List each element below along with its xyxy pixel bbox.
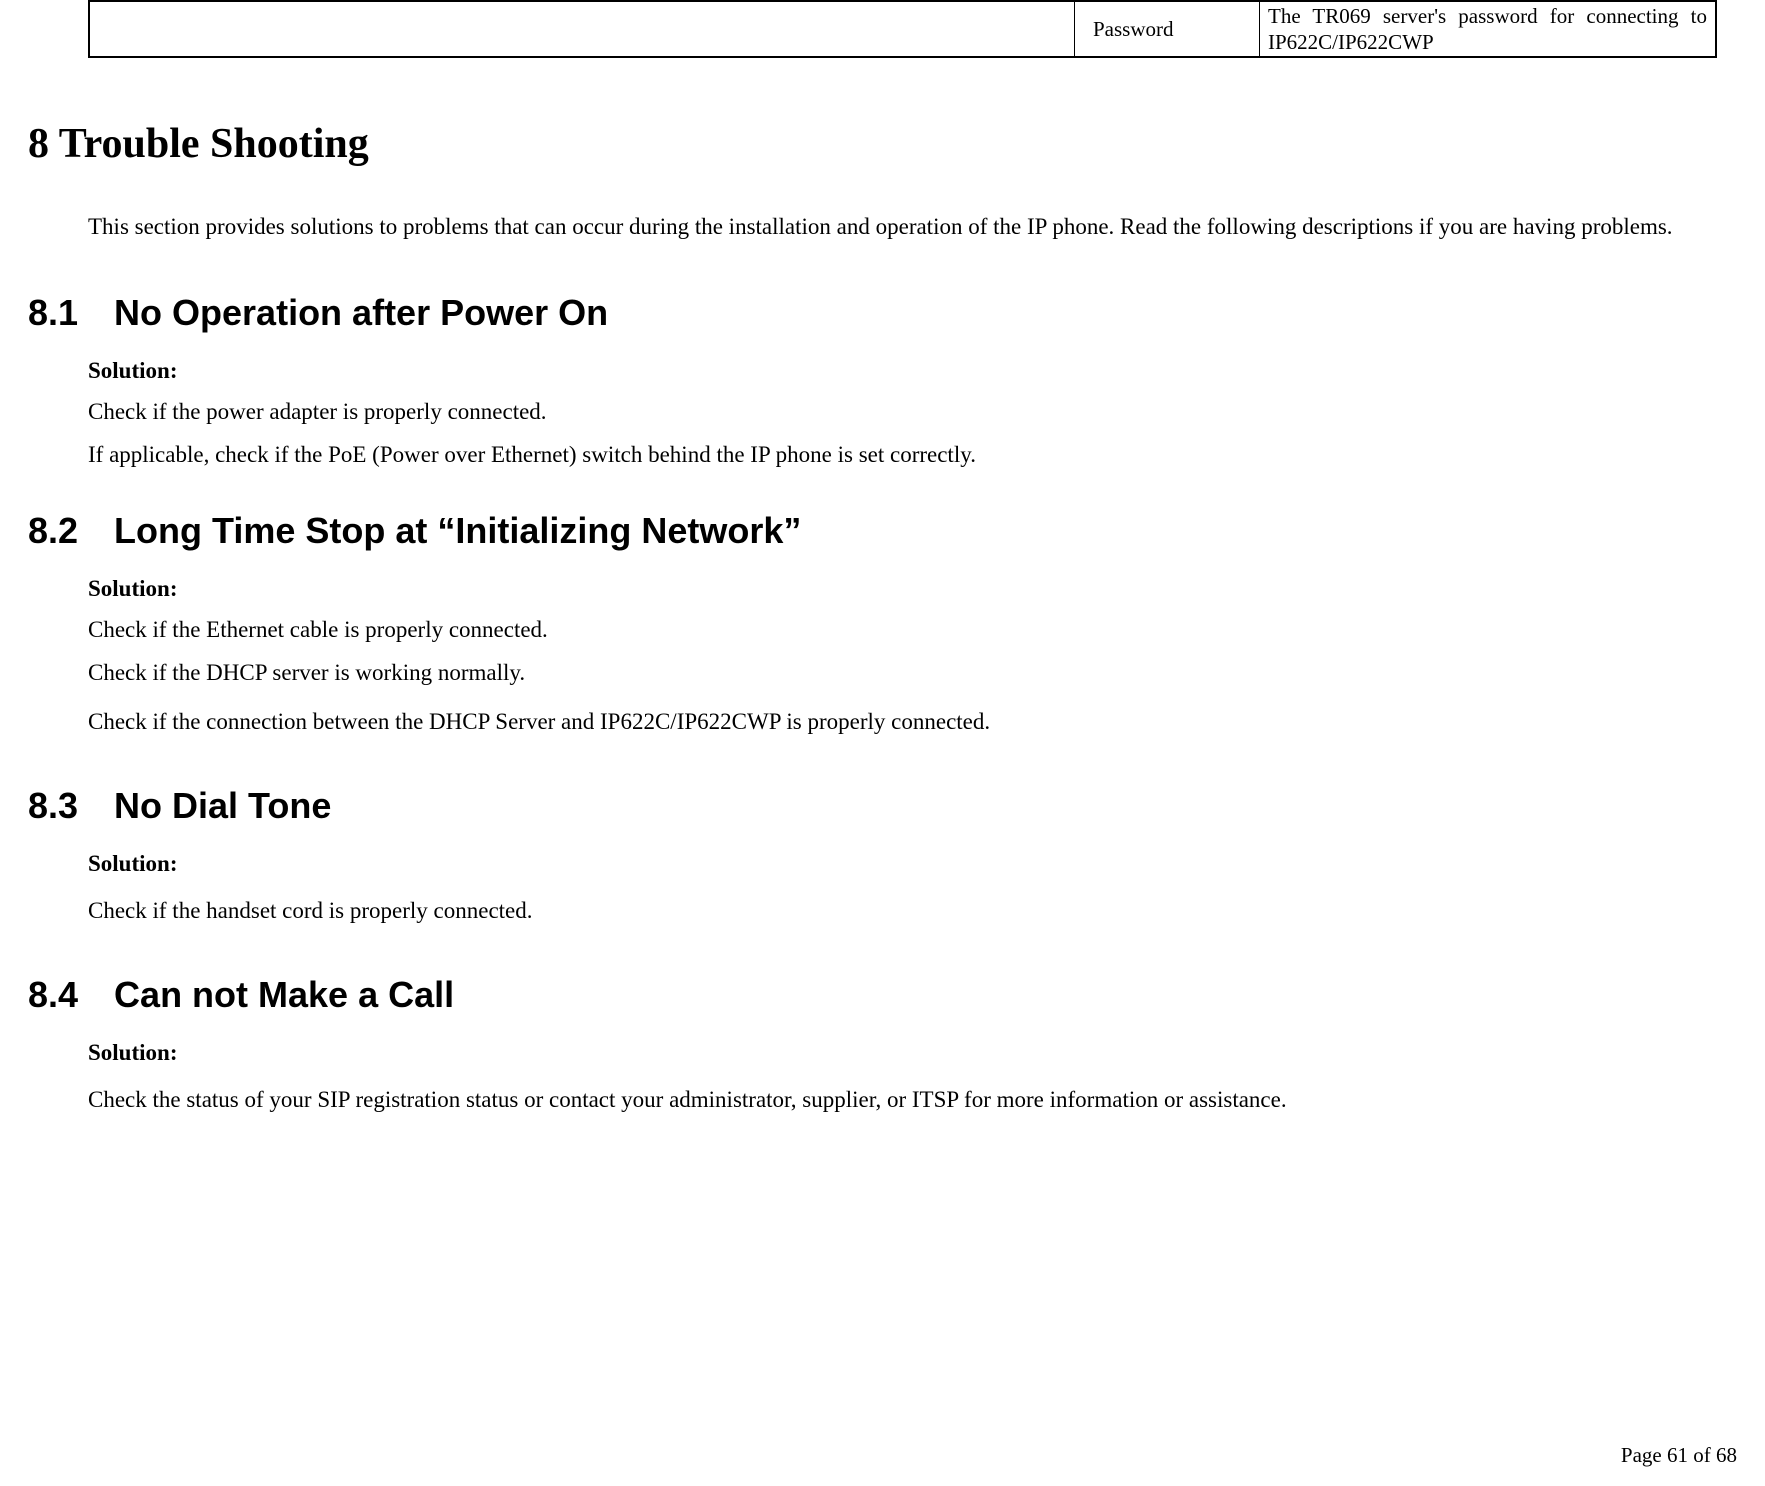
solution-text-81-2: If applicable, check if the PoE (Power o…: [88, 435, 1717, 474]
solution-text-82-3: Check if the connection between the DHCP…: [88, 696, 1717, 749]
solution-text-82-1: Check if the Ethernet cable is properly …: [88, 610, 1717, 649]
section-heading-82: 8.2 Long Time Stop at “Initializing Netw…: [28, 510, 1737, 552]
table-row: Password The TR069 server's password for…: [88, 0, 1717, 58]
table-cell-password-label: Password: [1075, 2, 1260, 56]
solution-text-81-1: Check if the power adapter is properly c…: [88, 392, 1717, 431]
table-cell-password-desc: The TR069 server's password for connecti…: [1260, 2, 1715, 56]
solution-text-84-1: Check the status of your SIP registratio…: [88, 1074, 1717, 1127]
solution-label-81: Solution:: [88, 358, 1737, 384]
solution-label-83: Solution:: [88, 851, 1737, 877]
solution-text-82-2: Check if the DHCP server is working norm…: [88, 653, 1717, 692]
solution-label-82: Solution:: [88, 576, 1737, 602]
solution-label-84: Solution:: [88, 1040, 1737, 1066]
table-cell-empty: [90, 2, 1075, 56]
page-number: Page 61 of 68: [1621, 1443, 1737, 1468]
section-heading-84: 8.4 Can not Make a Call: [28, 974, 1737, 1016]
chapter-intro: This section provides solutions to probl…: [88, 198, 1717, 256]
section-heading-83: 8.3 No Dial Tone: [28, 785, 1737, 827]
solution-text-83-1: Check if the handset cord is properly co…: [88, 885, 1717, 938]
section-heading-81: 8.1 No Operation after Power On: [28, 292, 1737, 334]
chapter-heading: 8 Trouble Shooting: [28, 120, 1737, 168]
